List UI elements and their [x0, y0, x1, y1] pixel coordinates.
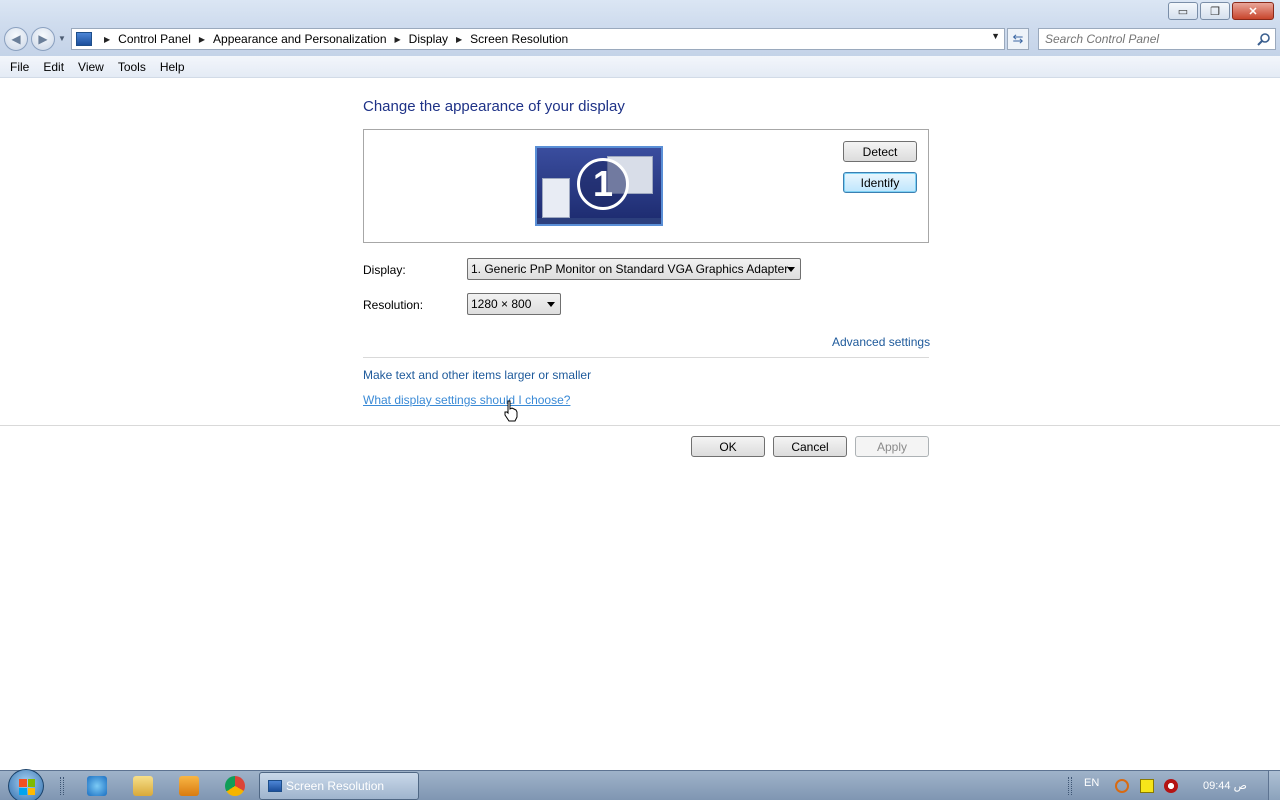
- breadcrumb-appearance[interactable]: Appearance and Personalization: [213, 32, 386, 46]
- chrome-icon[interactable]: [225, 776, 245, 796]
- address-bar[interactable]: ▶ Control Panel ▶ Appearance and Persona…: [71, 28, 1005, 50]
- cancel-button[interactable]: Cancel: [773, 436, 847, 457]
- preview-window-icon: [542, 178, 570, 218]
- divider: [363, 357, 929, 358]
- language-indicator[interactable]: EN: [1084, 777, 1099, 789]
- monitor-number-badge: 1: [577, 158, 629, 210]
- breadcrumb-separator-icon[interactable]: ▶: [456, 35, 462, 44]
- notification-flag-icon[interactable]: [1140, 779, 1154, 793]
- search-input[interactable]: [1039, 29, 1249, 49]
- window-controls: ▭ ❐ ✕: [1168, 2, 1274, 20]
- navigation-bar: ◀ ▶ ▼ ▶ Control Panel ▶ Appearance and P…: [0, 24, 1280, 56]
- display-select-value: 1. Generic PnP Monitor on Standard VGA G…: [471, 262, 789, 276]
- search-box[interactable]: [1038, 28, 1276, 50]
- breadcrumb-separator-icon[interactable]: ▶: [199, 35, 205, 44]
- preview-taskbar: [537, 218, 661, 224]
- taskbar-task-label: Screen Resolution: [286, 779, 385, 793]
- chevron-down-icon: [547, 302, 555, 307]
- forward-button[interactable]: ▶: [31, 27, 55, 51]
- resolution-select[interactable]: 1280 × 800: [467, 293, 561, 315]
- monitor-1-thumbnail[interactable]: 1: [535, 146, 663, 226]
- menu-help[interactable]: Help: [153, 60, 192, 74]
- volume-icon[interactable]: [1164, 779, 1178, 793]
- display-settings-help-link[interactable]: What display settings should I choose?: [363, 393, 570, 407]
- network-icon[interactable]: [1115, 779, 1129, 793]
- windows-logo-icon: [19, 779, 35, 795]
- control-panel-icon: [76, 32, 92, 46]
- media-player-icon[interactable]: [179, 776, 199, 796]
- display-select[interactable]: 1. Generic PnP Monitor on Standard VGA G…: [467, 258, 801, 280]
- taskbar-screen-resolution[interactable]: Screen Resolution: [259, 772, 419, 800]
- control-panel-icon: [268, 780, 282, 792]
- page-title: Change the appearance of your display: [363, 98, 625, 115]
- menu-bar: File Edit View Tools Help: [0, 56, 1280, 78]
- detect-button[interactable]: Detect: [843, 141, 917, 162]
- address-history-dropdown[interactable]: ▼: [991, 31, 1000, 41]
- breadcrumb-separator-icon[interactable]: ▶: [395, 35, 401, 44]
- recent-pages-dropdown[interactable]: ▼: [58, 34, 66, 43]
- file-explorer-icon[interactable]: [133, 776, 153, 796]
- start-button[interactable]: [8, 769, 44, 800]
- tray-grip[interactable]: [1068, 777, 1072, 795]
- refresh-button[interactable]: ⇆: [1007, 28, 1029, 50]
- resolution-label: Resolution:: [363, 298, 424, 312]
- restore-button[interactable]: ❐: [1200, 2, 1230, 20]
- internet-explorer-icon[interactable]: [87, 776, 107, 796]
- identify-button[interactable]: Identify: [843, 172, 917, 193]
- window-title-bar: ▭ ❐ ✕: [0, 0, 1280, 24]
- monitor-preview-area: 1 Detect Identify: [363, 129, 929, 243]
- menu-edit[interactable]: Edit: [36, 60, 71, 74]
- minimize-button[interactable]: ▭: [1168, 2, 1198, 20]
- close-button[interactable]: ✕: [1232, 2, 1274, 20]
- breadcrumb-display[interactable]: Display: [409, 32, 448, 46]
- taskbar: Screen Resolution EN 09:44 ص: [0, 769, 1280, 800]
- back-button[interactable]: ◀: [4, 27, 28, 51]
- apply-button[interactable]: Apply: [855, 436, 929, 457]
- forward-arrow-icon: ▶: [38, 32, 48, 46]
- menu-tools[interactable]: Tools: [111, 60, 153, 74]
- menu-view[interactable]: View: [71, 60, 111, 74]
- display-label: Display:: [363, 263, 406, 277]
- back-arrow-icon: ◀: [11, 32, 21, 46]
- screen-resolution-panel: Change the appearance of your display 1 …: [0, 78, 1280, 770]
- clock[interactable]: 09:44 ص: [1203, 779, 1247, 792]
- taskbar-grip[interactable]: [60, 777, 64, 795]
- footer-divider: [0, 425, 1280, 426]
- refresh-icon: ⇆: [1012, 31, 1024, 46]
- breadcrumb-control-panel[interactable]: Control Panel: [118, 32, 191, 46]
- chevron-down-icon: [787, 267, 795, 272]
- show-desktop-button[interactable]: [1268, 771, 1280, 800]
- search-icon[interactable]: [1257, 32, 1271, 46]
- breadcrumb-separator-icon[interactable]: ▶: [104, 35, 110, 44]
- menu-file[interactable]: File: [3, 60, 36, 74]
- resolution-select-value: 1280 × 800: [471, 297, 532, 311]
- breadcrumb-screen-resolution[interactable]: Screen Resolution: [470, 32, 568, 46]
- text-size-link[interactable]: Make text and other items larger or smal…: [363, 368, 591, 382]
- advanced-settings-link[interactable]: Advanced settings: [832, 335, 930, 349]
- ok-button[interactable]: OK: [691, 436, 765, 457]
- hand-cursor-icon: [504, 400, 518, 422]
